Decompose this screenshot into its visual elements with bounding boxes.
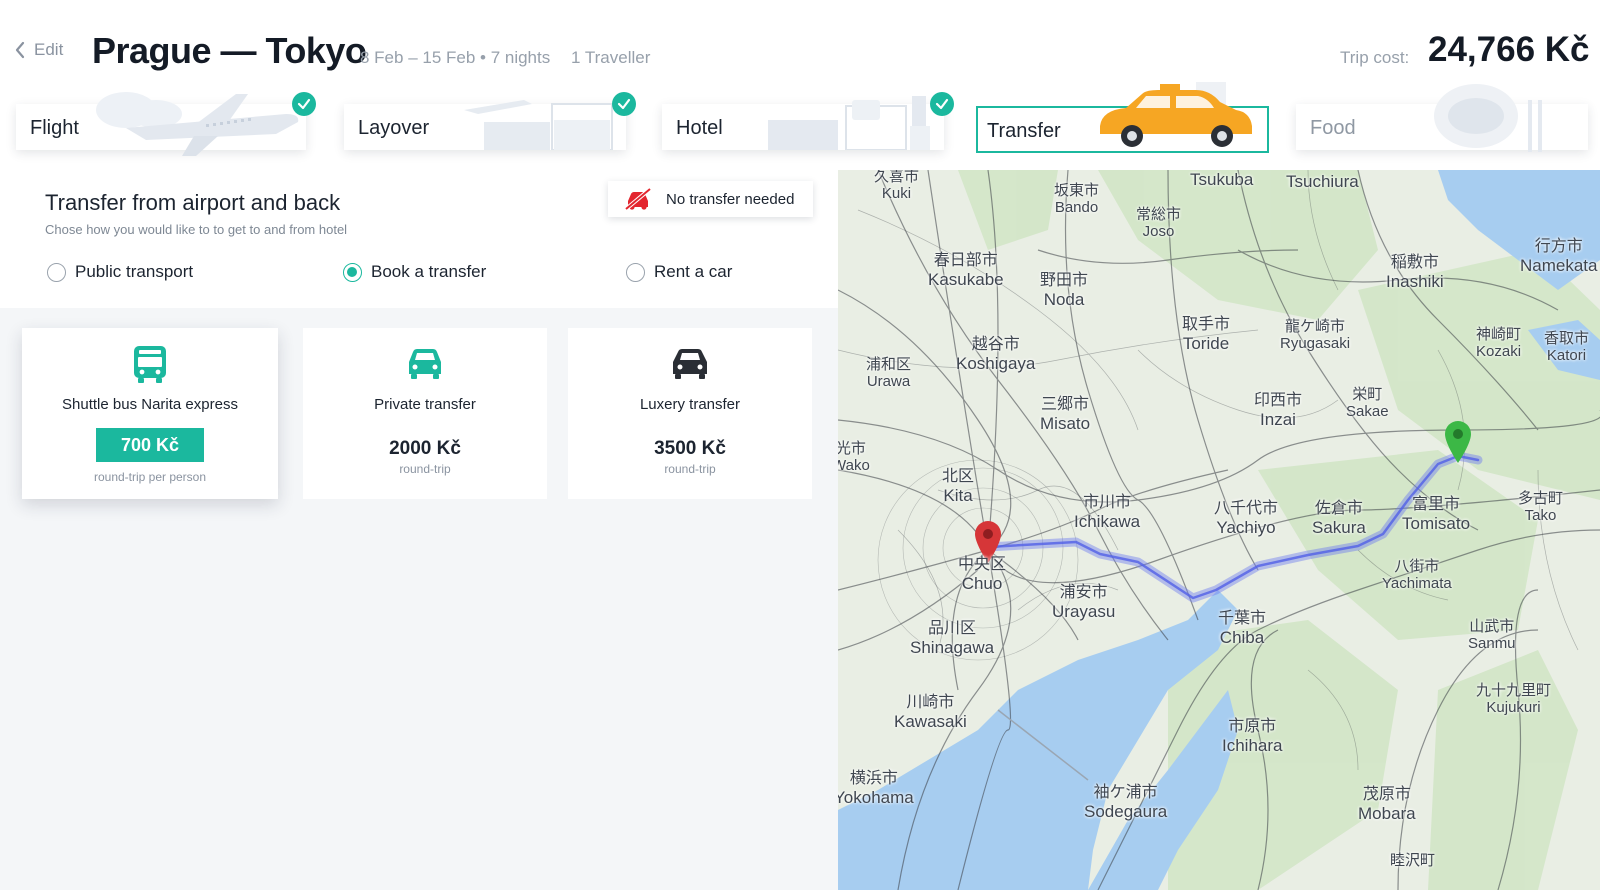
route-map[interactable]: 久喜市 Kuki Tsukuba Tsuchiura 坂東市 Bando 常総市 Jo…: [838, 170, 1600, 890]
section-subtitle: Chose how you would like to to get to an…: [45, 222, 348, 237]
transfer-page: Edit Prague — Tokyo 8 Feb – 15 Feb • 7 n…: [0, 0, 1600, 890]
map-label: 行方市 Namekata: [1520, 238, 1598, 276]
check-icon: [930, 92, 954, 116]
map-label: 茂原市 Mobara: [1358, 786, 1416, 824]
map-label: 香取市 Katori: [1544, 330, 1590, 365]
radio-public-transport[interactable]: Public transport: [47, 262, 193, 282]
destination-pin-icon[interactable]: [1443, 420, 1473, 464]
map-label: 印西市 Inzai: [1254, 392, 1303, 430]
step-layover[interactable]: Layover: [344, 92, 636, 150]
radio-label: Rent a car: [654, 262, 733, 281]
map-label: 神崎町 Kozaki: [1476, 326, 1522, 361]
map-label: Tsukuba: [1190, 170, 1254, 189]
radio-label: Book a transfer: [371, 262, 487, 281]
map-label: 光市 Wako: [838, 440, 870, 475]
map-label: 春日部市 Kasukabe: [928, 252, 1004, 290]
map-label: 品川区 Shinagawa: [910, 620, 995, 658]
airplane-illustration-icon: [96, 92, 299, 156]
radio-circle: [626, 262, 645, 282]
map-label: 三郷市 Misato: [1040, 396, 1091, 434]
map-label: 坂東市 Bando: [1054, 182, 1100, 217]
edit-label: Edit: [34, 40, 64, 59]
map-label: 睦沢町: [1390, 852, 1436, 869]
no-car-icon: [624, 187, 652, 211]
map-label: 富里市 Tomisato: [1402, 496, 1471, 534]
card-price-button[interactable]: 700 Kč: [96, 428, 204, 462]
map-label: 稲敷市 Inashiki: [1386, 254, 1444, 292]
map-label: 取手市 Toride: [1182, 316, 1231, 354]
map-label: 袖ケ浦市 Sodegaura: [1084, 784, 1168, 822]
traveller-count: 1 Traveller: [571, 48, 651, 67]
check-icon: [612, 92, 636, 116]
luxury-car-icon: [673, 349, 707, 379]
map-label: 川崎市 Kawasaki: [894, 694, 967, 732]
map-label: 八千代市 Yachiyo: [1214, 500, 1279, 538]
map-label: 八街市 Yachimata: [1382, 558, 1452, 593]
map-label: 越谷市 Koshigaya: [956, 336, 1036, 374]
map-label: 千葉市 Chiba: [1218, 610, 1267, 648]
section-title: Transfer from airport and back: [45, 190, 341, 215]
map-label: 佐倉市 Sakura: [1312, 500, 1366, 538]
trip-title: Prague — Tokyo: [92, 30, 367, 71]
transfer-card-luxury[interactable]: Luxery transfer 3500 Kč round-trip: [568, 328, 812, 499]
step-hotel[interactable]: Hotel: [662, 92, 954, 150]
step-label-hotel: Hotel: [676, 117, 723, 139]
step-transfer[interactable]: Transfer: [976, 82, 1269, 153]
map-label: 浦安市 Urayasu: [1052, 584, 1116, 622]
airport-lounge-illustration-icon: [464, 100, 613, 150]
radio-label: Public transport: [75, 262, 194, 281]
step-label-layover: Layover: [358, 117, 430, 139]
map-label: Tsuchiura: [1286, 172, 1359, 191]
food-plate-illustration-icon: [1434, 84, 1542, 152]
map-label: 久喜市 Kuki: [874, 170, 920, 203]
map-label: 九十九里町 Kujukuri: [1476, 682, 1552, 717]
step-label-transfer: Transfer: [987, 120, 1061, 142]
trip-dates: 8 Feb – 15 Feb • 7 nights: [360, 48, 551, 67]
chevron-left-icon: [15, 41, 25, 59]
card-name: Luxery transfer: [639, 396, 741, 413]
card-note: round-trip: [399, 462, 451, 476]
radio-circle: [47, 262, 66, 282]
radio-book-transfer[interactable]: Book a transfer: [343, 262, 486, 282]
step-label-food: Food: [1310, 117, 1356, 139]
card-note: round-trip per person: [93, 470, 207, 484]
transfer-card-private[interactable]: Private transfer 2000 Kč round-trip: [303, 328, 547, 499]
map-label: 北区 Kita: [942, 468, 975, 506]
map-label: 栄町 Sakae: [1346, 386, 1389, 421]
hotel-room-illustration-icon: [768, 96, 930, 150]
map-label: 山武市 Sanmu: [1468, 618, 1516, 653]
map-label: 多古町 Tako: [1518, 490, 1564, 525]
card-name: Shuttle bus Narita express: [62, 396, 238, 413]
map-label: 野田市 Noda: [1040, 272, 1089, 310]
no-transfer-label: No transfer needed: [666, 190, 795, 208]
trip-header: Edit Prague — Tokyo 8 Feb – 15 Feb • 7 n…: [0, 0, 1600, 95]
map-label: 中央区 Chuo: [958, 556, 1007, 594]
card-price: 2000 Kč: [389, 438, 461, 459]
map-label: 浦和区 Urawa: [866, 356, 912, 391]
step-flight[interactable]: Flight: [16, 92, 316, 156]
bus-icon: [134, 346, 166, 383]
car-icon: [409, 349, 441, 379]
radio-rent-car[interactable]: Rent a car: [626, 262, 732, 282]
card-note: round-trip: [664, 462, 716, 476]
map-label: 市原市 Ichihara: [1222, 718, 1283, 756]
trip-cost-value: 24,766 Kč: [1428, 30, 1590, 69]
taxi-illustration-icon: [1100, 82, 1252, 147]
card-price: 3500 Kč: [654, 438, 726, 459]
step-food[interactable]: Food: [1296, 84, 1588, 152]
radio-circle: [343, 262, 362, 282]
transfer-card-shuttle[interactable]: Shuttle bus Narita express 700 Kč round-…: [22, 328, 278, 499]
edit-button[interactable]: Edit: [14, 40, 63, 60]
map-label: 常総市 Joso: [1136, 206, 1182, 241]
map-label: 横浜市 Yokohama: [838, 770, 914, 808]
trip-cost-label: Trip cost:: [1340, 48, 1410, 67]
map-label: 市川市 Ichikawa: [1074, 494, 1141, 532]
no-transfer-button[interactable]: No transfer needed: [608, 181, 813, 217]
map-label: 龍ケ崎市 Ryugasaki: [1280, 318, 1351, 353]
card-name: Private transfer: [374, 396, 476, 413]
check-icon: [292, 92, 316, 116]
step-label-flight: Flight: [30, 117, 79, 139]
